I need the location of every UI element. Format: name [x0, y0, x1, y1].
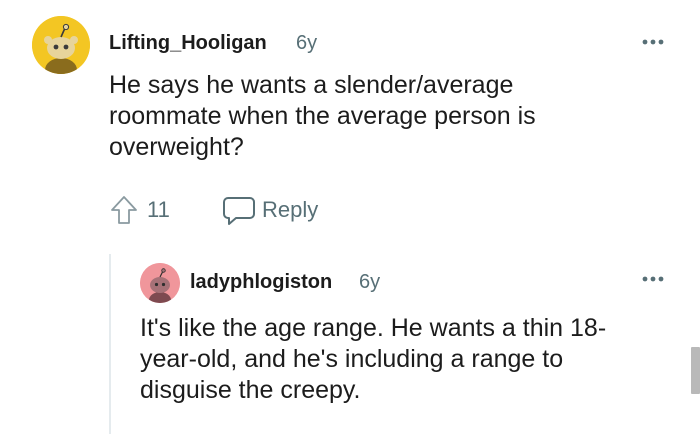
comment-age: 6y: [359, 271, 381, 293]
upvote-count: 11: [147, 197, 170, 222]
comment-options-button[interactable]: [642, 267, 664, 290]
comment-options-button[interactable]: [642, 30, 664, 53]
snoo-avatar-icon: [32, 16, 90, 74]
comment-age: 6y: [296, 32, 318, 54]
more-horizontal-icon: [642, 276, 664, 282]
thread-line: [109, 254, 111, 434]
comment-body: It's like the age range. He wants a thin…: [140, 314, 607, 404]
comment-author[interactable]: ladyphlogiston: [190, 271, 332, 294]
comment-author[interactable]: Lifting_Hooligan: [109, 32, 267, 55]
scrollbar-thumb[interactable]: [691, 347, 700, 394]
more-horizontal-icon: [642, 39, 664, 45]
avatar[interactable]: [140, 263, 180, 303]
upvote-arrow-icon: [111, 196, 137, 224]
upvote-button[interactable]: 11: [109, 194, 170, 226]
comment-body: He says he wants a slender/average roomm…: [109, 71, 536, 161]
speech-bubble-icon: [223, 197, 255, 225]
avatar[interactable]: [32, 16, 90, 74]
reply-button[interactable]: Reply: [222, 194, 318, 226]
snoo-avatar-icon: [140, 263, 180, 303]
reply-label: Reply: [262, 197, 319, 222]
